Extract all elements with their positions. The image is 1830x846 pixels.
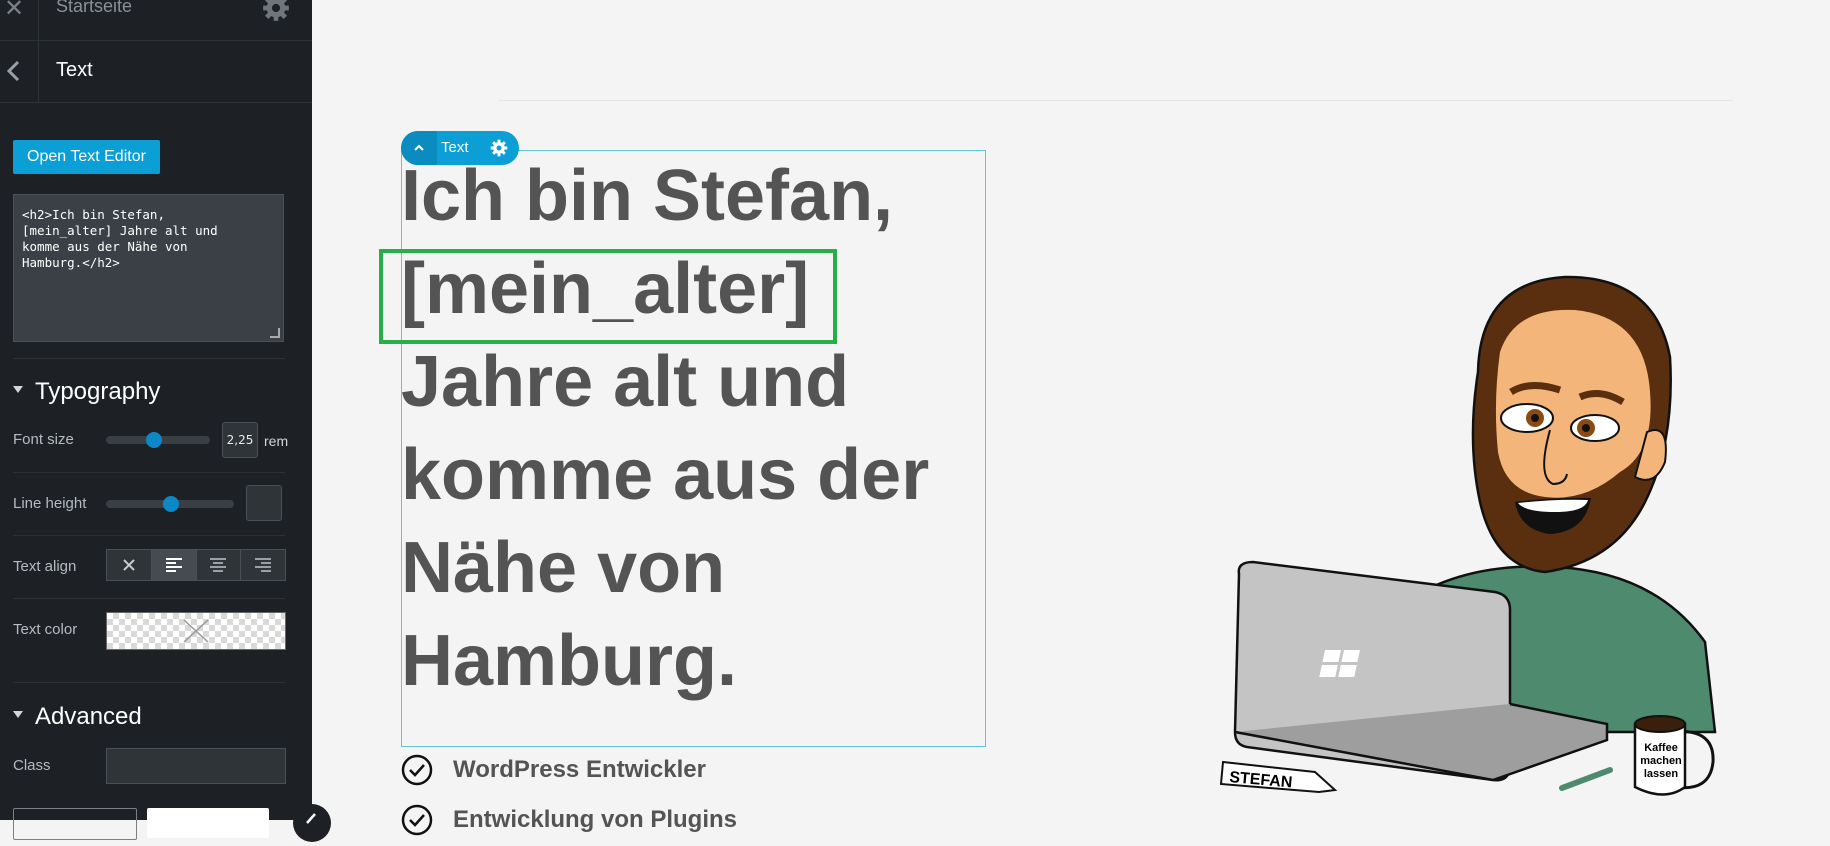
- align-left-button[interactable]: [151, 550, 197, 580]
- class-input[interactable]: [106, 748, 286, 784]
- code-content: <h2>Ich bin Stefan, [mein_alter] Jahre a…: [22, 207, 218, 270]
- typography-section-toggle[interactable]: Typography: [13, 378, 160, 406]
- resize-handle-icon[interactable]: [270, 328, 280, 338]
- avatar-illustration: Kaffee machen lassen STEFAN: [1219, 275, 1717, 796]
- font-size-label: Font size: [13, 431, 74, 448]
- advanced-section-toggle[interactable]: Advanced: [13, 703, 142, 731]
- page-name: Startseite: [56, 0, 133, 16]
- element-title: Text: [56, 59, 93, 81]
- feature-text: Entwicklung von Plugins: [453, 806, 738, 833]
- chevron-left-icon: [306, 813, 316, 824]
- open-text-editor-button[interactable]: Open Text Editor: [13, 140, 160, 174]
- heading-line: Ich bin Stefan,: [401, 156, 894, 236]
- clear-color-icon: [183, 619, 209, 643]
- mug-line: lassen: [1644, 768, 1679, 780]
- heading-line: Jahre alt und: [401, 342, 850, 422]
- chevron-left-icon[interactable]: [2, 58, 26, 84]
- html-code-textarea[interactable]: <h2>Ich bin Stefan, [mein_alter] Jahre a…: [13, 194, 284, 342]
- divider: [13, 472, 285, 473]
- divider: [13, 598, 285, 599]
- cancel-button[interactable]: [13, 808, 137, 840]
- hero-heading[interactable]: Ich bin Stefan, [mein_alter] Jahre alt u…: [401, 150, 961, 708]
- mug-line: Kaffee: [1644, 742, 1678, 754]
- pencil: [1559, 767, 1613, 791]
- panel-topbar: ✕ Startseite: [0, 0, 312, 41]
- close-icon[interactable]: ✕: [2, 0, 26, 22]
- font-size-slider-handle[interactable]: [146, 432, 162, 448]
- apply-button[interactable]: [147, 808, 269, 838]
- name-tag: STEFAN: [1219, 760, 1338, 794]
- line-height-input[interactable]: [246, 485, 282, 521]
- check-circle-icon: [401, 804, 433, 836]
- text-align-label: Text align: [13, 558, 77, 575]
- align-center-button[interactable]: [196, 550, 242, 580]
- heading-line: Hamburg.: [401, 621, 738, 701]
- feature-item: WordPress Entwickler: [401, 752, 706, 788]
- text-align-group: [106, 549, 286, 581]
- settings-panel: ✕ Startseite Text Open Text Editor <h2>I…: [0, 0, 331, 842]
- feature-text: WordPress Entwickler: [453, 756, 706, 783]
- avatar-head: [1471, 275, 1672, 574]
- class-label: Class: [13, 757, 51, 774]
- advanced-title: Advanced: [35, 703, 142, 730]
- align-right-icon: [255, 558, 272, 572]
- align-none-button[interactable]: [107, 550, 152, 580]
- font-size-unit[interactable]: rem: [264, 433, 288, 449]
- typography-title: Typography: [35, 378, 161, 405]
- feature-item: Entwicklung von Plugins: [401, 802, 737, 838]
- align-left-icon: [165, 558, 182, 572]
- font-size-input[interactable]: 2,25: [222, 422, 258, 458]
- close-icon: [123, 559, 135, 571]
- divider: [38, 40, 39, 102]
- line-height-slider-handle[interactable]: [163, 496, 179, 512]
- mug-line: machen: [1640, 755, 1682, 767]
- text-color-label: Text color: [13, 621, 78, 638]
- check-circle-icon: [401, 754, 433, 786]
- panel-subbar: Text: [0, 40, 312, 103]
- align-center-icon: [210, 558, 227, 572]
- heading-line: Nähe von: [401, 528, 726, 608]
- text-color-picker[interactable]: [106, 612, 286, 650]
- line-height-label: Line height: [13, 495, 87, 512]
- align-right-button[interactable]: [241, 550, 285, 580]
- divider: [13, 358, 285, 359]
- heading-line: komme aus der: [401, 435, 930, 515]
- collapse-panel-button[interactable]: [293, 804, 331, 842]
- caret-down-icon: [13, 386, 23, 394]
- divider: [38, 0, 39, 40]
- gear-icon[interactable]: [262, 0, 290, 22]
- section-divider: [498, 100, 1733, 101]
- divider: [13, 682, 285, 683]
- caret-down-icon: [13, 711, 23, 719]
- divider: [13, 535, 285, 536]
- shortcode-highlight-box: [379, 249, 837, 344]
